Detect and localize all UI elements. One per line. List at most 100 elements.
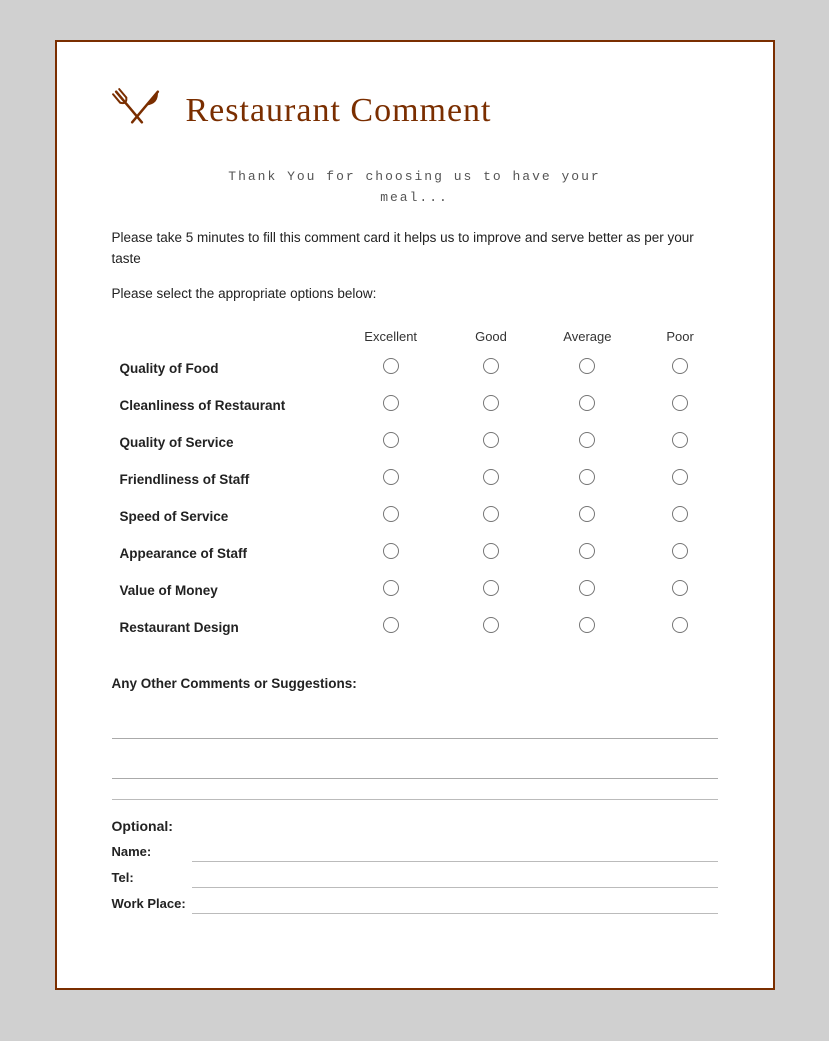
radio-poor[interactable] bbox=[643, 350, 718, 387]
thank-you-text: Thank You for choosing us to have your m… bbox=[112, 167, 718, 209]
radio-input-poor[interactable] bbox=[672, 469, 688, 485]
table-row: Quality of Food bbox=[112, 350, 718, 387]
row-label: Friendliness of Staff bbox=[112, 461, 332, 498]
radio-excellent[interactable] bbox=[332, 609, 450, 646]
radio-poor[interactable] bbox=[643, 461, 718, 498]
optional-name: Name: bbox=[112, 842, 718, 862]
radio-input-poor[interactable] bbox=[672, 543, 688, 559]
radio-average[interactable] bbox=[532, 350, 643, 387]
workplace-input[interactable] bbox=[192, 894, 718, 914]
row-label: Quality of Service bbox=[112, 424, 332, 461]
radio-excellent[interactable] bbox=[332, 424, 450, 461]
radio-input-average[interactable] bbox=[579, 469, 595, 485]
radio-input-good[interactable] bbox=[483, 358, 499, 374]
radio-good[interactable] bbox=[450, 424, 532, 461]
col-good: Good bbox=[450, 323, 532, 350]
radio-input-excellent[interactable] bbox=[383, 469, 399, 485]
radio-input-excellent[interactable] bbox=[383, 432, 399, 448]
radio-input-good[interactable] bbox=[483, 580, 499, 596]
rating-table: Excellent Good Average Poor Quality of F… bbox=[112, 323, 718, 646]
radio-input-excellent[interactable] bbox=[383, 395, 399, 411]
radio-input-good[interactable] bbox=[483, 395, 499, 411]
radio-input-excellent[interactable] bbox=[383, 358, 399, 374]
radio-average[interactable] bbox=[532, 498, 643, 535]
radio-excellent[interactable] bbox=[332, 498, 450, 535]
radio-input-average[interactable] bbox=[579, 506, 595, 522]
radio-poor[interactable] bbox=[643, 424, 718, 461]
radio-average[interactable] bbox=[532, 572, 643, 609]
radio-input-average[interactable] bbox=[579, 432, 595, 448]
row-label: Value of Money bbox=[112, 572, 332, 609]
radio-input-poor[interactable] bbox=[672, 580, 688, 596]
col-excellent: Excellent bbox=[332, 323, 450, 350]
radio-input-poor[interactable] bbox=[672, 506, 688, 522]
radio-input-excellent[interactable] bbox=[383, 506, 399, 522]
col-average: Average bbox=[532, 323, 643, 350]
radio-good[interactable] bbox=[450, 498, 532, 535]
radio-poor[interactable] bbox=[643, 498, 718, 535]
radio-input-average[interactable] bbox=[579, 617, 595, 633]
radio-average[interactable] bbox=[532, 387, 643, 424]
radio-input-good[interactable] bbox=[483, 543, 499, 559]
radio-good[interactable] bbox=[450, 609, 532, 646]
table-row: Speed of Service bbox=[112, 498, 718, 535]
table-row: Quality of Service bbox=[112, 424, 718, 461]
radio-excellent[interactable] bbox=[332, 387, 450, 424]
optional-tel: Tel: bbox=[112, 868, 718, 888]
radio-excellent[interactable] bbox=[332, 535, 450, 572]
radio-input-poor[interactable] bbox=[672, 395, 688, 411]
radio-input-average[interactable] bbox=[579, 358, 595, 374]
radio-input-good[interactable] bbox=[483, 432, 499, 448]
optional-section: Optional: Name: Tel: Work Place: bbox=[112, 818, 718, 914]
radio-average[interactable] bbox=[532, 609, 643, 646]
divider bbox=[112, 799, 718, 800]
name-label: Name: bbox=[112, 844, 192, 859]
radio-excellent[interactable] bbox=[332, 572, 450, 609]
radio-average[interactable] bbox=[532, 535, 643, 572]
radio-average[interactable] bbox=[532, 461, 643, 498]
radio-poor[interactable] bbox=[643, 387, 718, 424]
row-label: Restaurant Design bbox=[112, 609, 332, 646]
page-title: Restaurant Comment bbox=[186, 92, 492, 129]
radio-input-average[interactable] bbox=[579, 580, 595, 596]
row-label: Cleanliness of Restaurant bbox=[112, 387, 332, 424]
radio-input-poor[interactable] bbox=[672, 617, 688, 633]
name-input[interactable] bbox=[192, 842, 718, 862]
radio-input-good[interactable] bbox=[483, 617, 499, 633]
table-row: Cleanliness of Restaurant bbox=[112, 387, 718, 424]
radio-input-average[interactable] bbox=[579, 543, 595, 559]
radio-input-excellent[interactable] bbox=[383, 543, 399, 559]
radio-good[interactable] bbox=[450, 461, 532, 498]
comment-card: Restaurant Comment Thank You for choosin… bbox=[55, 40, 775, 990]
radio-poor[interactable] bbox=[643, 609, 718, 646]
row-label: Speed of Service bbox=[112, 498, 332, 535]
row-label: Appearance of Staff bbox=[112, 535, 332, 572]
radio-input-poor[interactable] bbox=[672, 432, 688, 448]
radio-poor[interactable] bbox=[643, 535, 718, 572]
workplace-label: Work Place: bbox=[112, 896, 192, 911]
col-poor: Poor bbox=[643, 323, 718, 350]
description-text: Please take 5 minutes to fill this comme… bbox=[112, 227, 718, 270]
radio-excellent[interactable] bbox=[332, 350, 450, 387]
radio-poor[interactable] bbox=[643, 572, 718, 609]
radio-good[interactable] bbox=[450, 350, 532, 387]
radio-average[interactable] bbox=[532, 424, 643, 461]
radio-good[interactable] bbox=[450, 572, 532, 609]
radio-input-excellent[interactable] bbox=[383, 580, 399, 596]
radio-excellent[interactable] bbox=[332, 461, 450, 498]
comments-section: Any Other Comments or Suggestions: bbox=[112, 676, 718, 779]
radio-input-average[interactable] bbox=[579, 395, 595, 411]
comments-label: Any Other Comments or Suggestions: bbox=[112, 676, 718, 691]
comment-line-2 bbox=[112, 749, 718, 779]
table-row: Appearance of Staff bbox=[112, 535, 718, 572]
tel-label: Tel: bbox=[112, 870, 192, 885]
radio-input-good[interactable] bbox=[483, 506, 499, 522]
radio-input-poor[interactable] bbox=[672, 358, 688, 374]
tel-input[interactable] bbox=[192, 868, 718, 888]
radio-good[interactable] bbox=[450, 535, 532, 572]
radio-good[interactable] bbox=[450, 387, 532, 424]
comment-line-1 bbox=[112, 709, 718, 739]
row-label: Quality of Food bbox=[112, 350, 332, 387]
radio-input-excellent[interactable] bbox=[383, 617, 399, 633]
radio-input-good[interactable] bbox=[483, 469, 499, 485]
